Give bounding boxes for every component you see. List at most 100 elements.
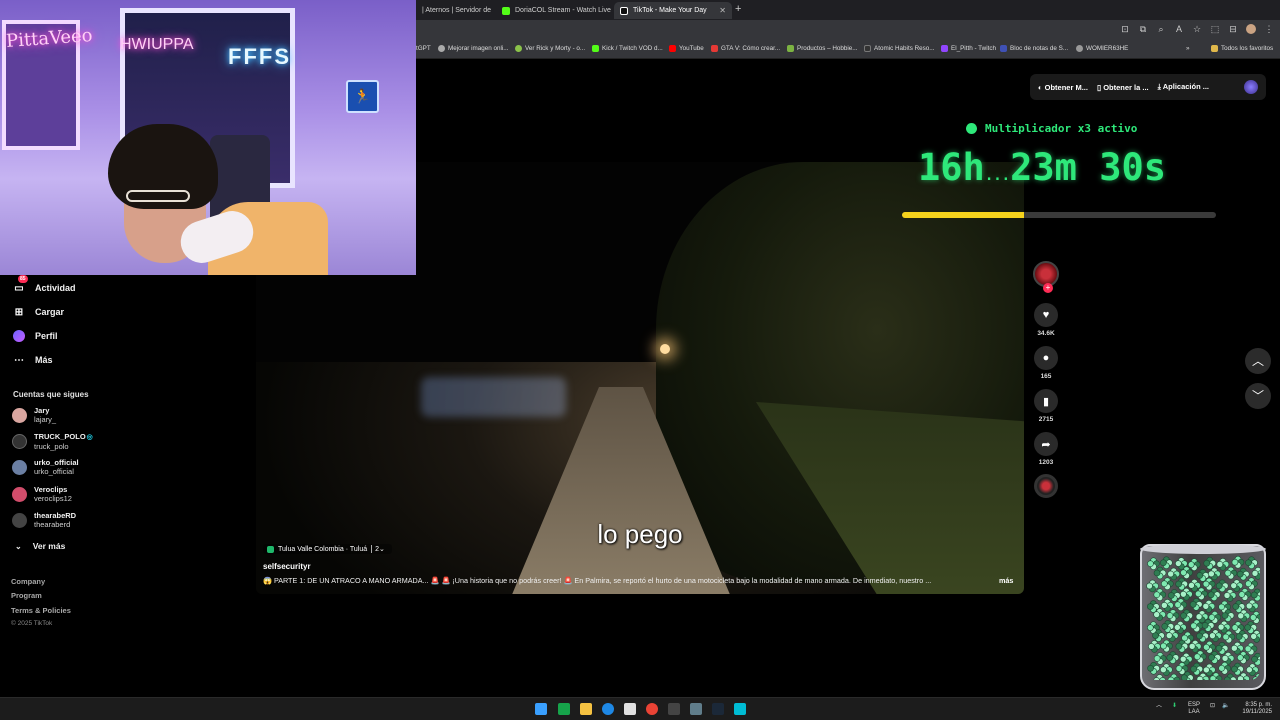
following-item[interactable]: Jary lajary_ bbox=[12, 406, 56, 424]
next-video-button[interactable]: ﹀ bbox=[1245, 383, 1271, 409]
edge-icon[interactable] bbox=[602, 703, 614, 715]
video-frame-streetlight bbox=[660, 344, 670, 354]
location-tag[interactable]: Tulua Valle Colombia · Tuluá 2⌄ bbox=[263, 544, 392, 554]
jar-piece bbox=[1238, 588, 1252, 601]
comment-icon[interactable]: ● bbox=[1034, 346, 1058, 370]
footer-link-program[interactable]: Program bbox=[11, 591, 42, 600]
user-avatar[interactable] bbox=[1244, 80, 1258, 94]
jar-piece bbox=[1202, 599, 1216, 613]
follow-plus-icon[interactable]: + bbox=[1043, 283, 1053, 293]
location-count: 2⌄ bbox=[371, 545, 388, 553]
creator-avatar-action[interactable]: + bbox=[1033, 261, 1059, 293]
desktop-app-button[interactable]: ⤓ Aplicación ... bbox=[1158, 82, 1209, 92]
sound-action[interactable] bbox=[1033, 474, 1059, 498]
previous-video-button[interactable]: ︿ bbox=[1245, 348, 1271, 374]
terminal-icon[interactable] bbox=[668, 703, 680, 715]
sidebar-item-cargar[interactable]: ⊞ Cargar bbox=[13, 306, 64, 318]
following-item[interactable]: thearabeRD thearaberd bbox=[12, 511, 76, 529]
sidebar-item-perfil[interactable]: Perfil bbox=[13, 330, 58, 342]
bookmark-item[interactable]: tGPT bbox=[416, 45, 431, 52]
sidebar-item-actividad[interactable]: ▭ 85 Actividad bbox=[13, 275, 76, 294]
font-size-icon[interactable]: A bbox=[1174, 24, 1184, 34]
close-icon[interactable]: ✕ bbox=[719, 6, 726, 15]
windows-start-icon[interactable] bbox=[535, 703, 547, 715]
video-author[interactable]: selfsecurityr bbox=[263, 562, 311, 571]
save-count: 2715 bbox=[1038, 416, 1054, 423]
bookmark-item[interactable]: Kick / Twitch VOD d... bbox=[592, 45, 663, 52]
profile-avatar[interactable] bbox=[1246, 24, 1256, 34]
steam-icon[interactable] bbox=[712, 703, 724, 715]
bookmark-item[interactable]: WOMIER63HE bbox=[1076, 45, 1128, 52]
bookmark-item[interactable]: Bloc de notas de S... bbox=[1000, 45, 1068, 52]
bookmark-folder[interactable]: Todos los favoritos bbox=[1211, 45, 1273, 52]
network-icon[interactable]: ⊡ bbox=[1210, 703, 1215, 710]
star-icon[interactable]: ☆ bbox=[1192, 24, 1202, 34]
bookmark-item[interactable]: Mejorar imagen onli... bbox=[438, 45, 509, 52]
following-item[interactable]: Veroclips veroclips12 bbox=[12, 485, 72, 503]
translate-icon[interactable]: ⧉ bbox=[1138, 24, 1148, 34]
tab-doriacol[interactable]: DoriaCOL Stream - Watch Live ✕ bbox=[496, 2, 613, 19]
jar-contents bbox=[1146, 555, 1260, 680]
settings-icon[interactable] bbox=[690, 703, 702, 715]
get-coins-button[interactable]: ◐ Obtener M... bbox=[1038, 83, 1088, 92]
chrome-icon[interactable] bbox=[646, 703, 658, 715]
twitch-icon bbox=[941, 45, 948, 52]
get-app-button[interactable]: ▯ Obtener la ... bbox=[1097, 83, 1149, 92]
new-tab-button[interactable]: + bbox=[735, 3, 741, 15]
tab-tiktok[interactable]: TikTok - Make Your Day ✕ bbox=[614, 2, 732, 19]
footer-link-terms[interactable]: Terms & Policies bbox=[11, 606, 71, 615]
extensions-icon[interactable]: ⬚ bbox=[1210, 24, 1220, 34]
tray-app-icon[interactable]: ⬇ bbox=[1172, 703, 1177, 710]
jar-piece bbox=[1246, 663, 1259, 677]
see-more-following[interactable]: ⌄ Ver más bbox=[15, 541, 65, 551]
comment-action[interactable]: ● 165 bbox=[1033, 346, 1059, 380]
bookmark-item[interactable]: GTA V: Cómo crear... bbox=[711, 45, 780, 52]
heart-icon[interactable]: ♥ bbox=[1034, 303, 1058, 327]
upload-icon: ⊞ bbox=[14, 306, 24, 318]
bookmark-item[interactable]: Ver Rick y Morty - o... bbox=[515, 45, 585, 52]
description-more-link[interactable]: más bbox=[999, 576, 1013, 585]
like-action[interactable]: ♥ 34.6K bbox=[1033, 303, 1059, 337]
bookmark-item[interactable]: Atomic Habits Reso... bbox=[864, 45, 935, 52]
zoom-icon[interactable]: ⌕ bbox=[1156, 24, 1166, 34]
share-count: 1203 bbox=[1038, 459, 1054, 466]
globe-icon bbox=[438, 45, 445, 52]
exit-sign-icon: 🏃 bbox=[346, 80, 379, 113]
bookmarks-overflow-button[interactable]: » bbox=[1186, 45, 1190, 52]
app-icon[interactable] bbox=[734, 703, 746, 715]
language-indicator[interactable]: ESP LAA bbox=[1188, 702, 1200, 716]
bookmark-icon[interactable]: ▮ bbox=[1034, 389, 1058, 413]
bookmark-item[interactable]: YouTube bbox=[669, 45, 704, 52]
share-icon[interactable]: ➦ bbox=[1034, 432, 1058, 456]
avatar bbox=[12, 459, 27, 475]
share-action[interactable]: ➦ 1203 bbox=[1033, 432, 1059, 466]
youtube-icon bbox=[711, 45, 718, 52]
menu-icon[interactable]: ⋮ bbox=[1264, 24, 1274, 34]
app-icon[interactable] bbox=[558, 703, 570, 715]
creator-avatar[interactable]: + bbox=[1033, 261, 1059, 293]
following-item[interactable]: urko_official urko_official bbox=[12, 458, 79, 476]
volume-icon[interactable]: 🔈 bbox=[1222, 703, 1229, 710]
store-icon[interactable] bbox=[624, 703, 636, 715]
tab-aternos[interactable]: | Aternos | Servidor de ✕ bbox=[416, 2, 496, 19]
footer-link-company[interactable]: Company bbox=[11, 577, 45, 586]
bookmark-item[interactable]: El_Pitth - Twitch bbox=[941, 45, 996, 52]
streamer bbox=[98, 124, 328, 275]
video-frame-motion-blur bbox=[421, 377, 566, 417]
bookmark-item[interactable]: Productos – Hobbie... bbox=[787, 45, 858, 52]
tray-overflow-icon[interactable]: ︿ bbox=[1156, 703, 1162, 710]
neon-sign: FFFS bbox=[228, 44, 291, 69]
notes-icon bbox=[1000, 45, 1007, 52]
shop-icon bbox=[787, 45, 794, 52]
music-disc-icon[interactable] bbox=[1034, 474, 1058, 498]
file-explorer-icon[interactable] bbox=[580, 703, 592, 715]
following-item[interactable]: TRUCK_POLO◎ truck_polo bbox=[12, 432, 93, 451]
save-action[interactable]: ▮ 2715 bbox=[1033, 389, 1059, 423]
install-icon[interactable]: ⊡ bbox=[1120, 24, 1130, 34]
avatar bbox=[12, 434, 27, 449]
jar-piece bbox=[1223, 673, 1237, 680]
sidebar-item-mas[interactable]: ⋯ Más bbox=[13, 354, 53, 366]
system-clock[interactable]: 8:35 p. m. 19/11/2025 bbox=[1242, 702, 1272, 716]
activity-icon: ▭ 85 bbox=[14, 275, 28, 294]
split-view-icon[interactable]: ⊟ bbox=[1228, 24, 1238, 34]
